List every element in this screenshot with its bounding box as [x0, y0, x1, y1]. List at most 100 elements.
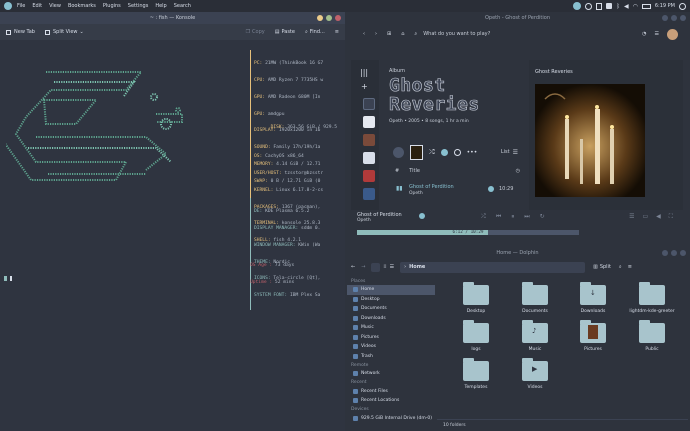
folder-item[interactable]: Desktop [451, 282, 501, 327]
shuffle-icon[interactable]: ⤮ [429, 148, 435, 157]
places-item-home[interactable]: Home [347, 285, 435, 295]
home-icon[interactable]: ⌂ [401, 31, 404, 37]
places-item-downloads[interactable]: Downloads [347, 314, 435, 324]
search-input[interactable]: What do you want to play? [423, 31, 490, 37]
tray-refresh-icon[interactable] [585, 2, 593, 10]
folder-item[interactable]: lightdm-kde-greeter [627, 282, 677, 327]
dolphin-titlebar[interactable]: Home — Dolphin [345, 247, 690, 258]
places-item-recent-locations[interactable]: Recent Locations [347, 396, 435, 406]
playlist-thumb[interactable] [363, 116, 375, 128]
paste-button[interactable]: ▤ Paste [275, 29, 295, 35]
split-view-button[interactable]: Split View ⌄ [44, 29, 84, 35]
forward-icon[interactable]: → [361, 264, 365, 270]
volume-icon[interactable]: ◀ [656, 213, 661, 221]
maximize-button[interactable] [671, 250, 677, 256]
app-launcher-icon[interactable] [4, 2, 12, 10]
tray-volume-icon[interactable]: ◀ [624, 3, 629, 10]
minimize-button[interactable] [662, 250, 668, 256]
back-icon[interactable]: ← [351, 264, 355, 270]
menu-file[interactable]: File [17, 3, 25, 9]
close-button[interactable] [680, 15, 686, 21]
menu-bookmarks[interactable]: Bookmarks [68, 3, 96, 9]
maximize-button[interactable] [326, 15, 332, 21]
tray-app-icon[interactable] [573, 2, 582, 10]
tray-clipboard-icon[interactable] [596, 2, 603, 10]
shuffle-icon[interactable]: ⤮ [481, 213, 486, 221]
places-item-desktop[interactable]: Desktop [347, 295, 435, 305]
menu-settings[interactable]: Settings [128, 3, 149, 9]
power-icon[interactable] [679, 2, 686, 10]
library-icon[interactable]: ||| [360, 68, 368, 77]
fullscreen-icon[interactable]: ⛶ [669, 213, 673, 221]
menu-edit[interactable]: Edit [32, 3, 42, 9]
folder-item[interactable]: logs [451, 320, 501, 365]
folder-item[interactable]: ↓ Downloads [568, 282, 618, 327]
location-bar[interactable]: › Home [400, 261, 586, 273]
playlist-thumb[interactable] [363, 134, 375, 146]
menu-search[interactable]: Search [174, 3, 191, 9]
playlist-thumb[interactable] [363, 188, 375, 200]
minimize-button[interactable] [662, 15, 668, 21]
places-item-network[interactable]: Network [347, 369, 435, 379]
folder-item[interactable]: ▶ Videos [510, 358, 560, 403]
places-item-recent-files[interactable]: Recent Files [347, 387, 435, 397]
friends-icon[interactable]: ☰ [655, 31, 659, 37]
folder-item[interactable]: Templates [451, 358, 501, 403]
list-view-toggle[interactable]: List [501, 149, 510, 155]
folder-item[interactable]: Documents [510, 282, 560, 327]
folder-item[interactable]: Pictures [568, 320, 618, 365]
places-item-pictures[interactable]: Pictures [347, 333, 435, 343]
more-options-icon[interactable]: ••• [467, 149, 478, 156]
saved-check-icon[interactable] [419, 213, 425, 219]
menu-icon[interactable]: ≡ [628, 264, 632, 270]
tray-network-icon[interactable] [606, 3, 613, 9]
saved-check-icon[interactable] [440, 148, 448, 156]
forward-icon[interactable]: › [375, 31, 377, 37]
playlist-thumb[interactable] [363, 152, 375, 164]
close-button[interactable] [680, 250, 686, 256]
view-compact-button[interactable]: ⁞⁞ [383, 264, 386, 270]
next-icon[interactable]: ⏭ [524, 213, 529, 221]
store-icon[interactable]: ⊞ [387, 31, 391, 37]
places-item-videos[interactable]: Videos [347, 342, 435, 352]
track-row[interactable]: ▮▮ Ghost of Perdition Opeth 10:29 [393, 182, 521, 198]
view-details-button[interactable]: ☰ [390, 264, 394, 270]
folder-item[interactable]: Public [627, 320, 677, 365]
new-tab-button[interactable]: New Tab [6, 29, 35, 35]
tray-battery-icon[interactable] [641, 3, 651, 9]
music-titlebar[interactable]: Opeth - Ghost of Perdition [345, 12, 690, 24]
konsole-titlebar[interactable]: ~ : fish — Konsole [0, 12, 345, 24]
places-item-music[interactable]: Music [347, 323, 435, 333]
menu-help[interactable]: Help [155, 3, 166, 9]
places-item-trash[interactable]: Trash [347, 352, 435, 362]
view-icons-button[interactable] [371, 262, 381, 272]
close-button[interactable] [335, 15, 341, 21]
avatar[interactable] [667, 28, 678, 40]
minimize-button[interactable] [317, 15, 323, 21]
progress-bar[interactable]: 6:12 / 10:29 [357, 230, 579, 235]
terminal-area[interactable]: PC: 21MW (ThinkBook 16 G7 CPU: AMD Ryzen… [0, 40, 345, 431]
repeat-icon[interactable]: ↻ [540, 213, 545, 221]
saved-check-icon[interactable] [488, 186, 494, 192]
add-icon[interactable]: + [361, 82, 368, 91]
copy-button[interactable]: ❐ Copy [246, 29, 265, 35]
split-button[interactable]: ▥ Split [593, 264, 611, 270]
queue-icon[interactable]: ☰ [629, 213, 634, 221]
album-thumb[interactable] [410, 144, 423, 160]
menu-view[interactable]: View [49, 3, 61, 9]
folder-item[interactable]: ♪ Music [510, 320, 560, 365]
menu-plugins[interactable]: Plugins [103, 3, 121, 9]
playlist-thumb[interactable] [363, 98, 375, 110]
find-button[interactable]: ⌕ Find... [305, 29, 325, 35]
back-icon[interactable]: ‹ [363, 31, 365, 37]
playlist-thumb[interactable] [363, 170, 375, 182]
tray-bluetooth-icon[interactable]: ᛒ [616, 3, 620, 10]
download-icon[interactable] [453, 148, 461, 156]
previous-icon[interactable]: ⏮ [496, 213, 501, 221]
places-item-documents[interactable]: Documents [347, 304, 435, 314]
hamburger-menu-button[interactable]: ≡ [335, 29, 339, 35]
bell-icon[interactable]: ◔ [642, 31, 646, 37]
device-icon[interactable]: ▭ [643, 213, 649, 221]
pause-icon[interactable]: ⏸ [511, 213, 514, 221]
search-icon[interactable]: ⌕ [619, 264, 622, 270]
